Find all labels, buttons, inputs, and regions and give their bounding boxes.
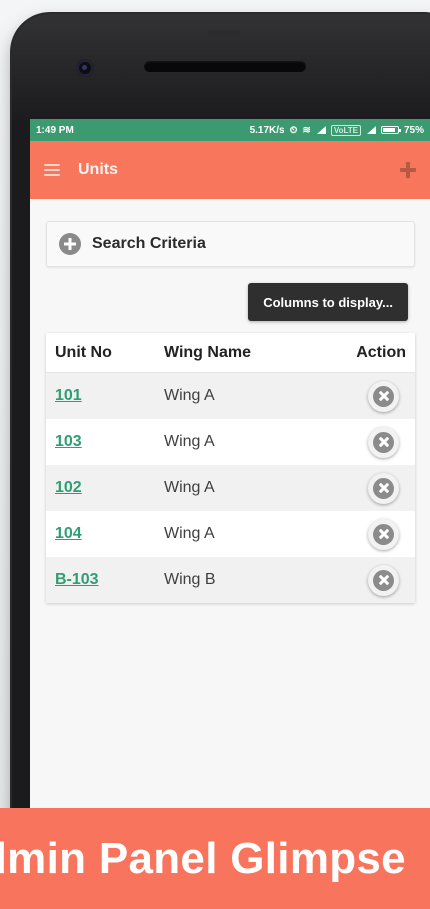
delete-button[interactable] bbox=[368, 518, 399, 550]
status-indicators: 5.17K/s ⏲ ≋ VoLTE 75% bbox=[249, 124, 424, 136]
status-time: 1:49 PM bbox=[36, 124, 74, 136]
wing-name: Wing A bbox=[164, 525, 215, 542]
page-title: Units bbox=[78, 161, 118, 178]
add-unit-button[interactable] bbox=[396, 158, 420, 182]
screenshot-stage: 1:49 PM 5.17K/s ⏲ ≋ VoLTE 75% Units Sear… bbox=[0, 0, 430, 909]
units-table: Unit No Wing Name Action 101 Wing A 103 … bbox=[46, 333, 415, 603]
unit-link[interactable]: 104 bbox=[55, 525, 82, 542]
volte-badge: VoLTE bbox=[330, 124, 361, 136]
wing-name: Wing A bbox=[164, 387, 215, 404]
table-body: 101 Wing A 103 Wing A 102 Wing A 104 Win… bbox=[46, 373, 415, 603]
wing-name: Wing A bbox=[164, 479, 215, 496]
close-icon bbox=[373, 523, 394, 545]
header-unit-no: Unit No bbox=[55, 343, 112, 361]
network-speed: 5.17K/s bbox=[249, 124, 285, 136]
columns-to-display-button[interactable]: Columns to display... bbox=[248, 283, 408, 321]
plus-circle-icon bbox=[59, 233, 81, 255]
delete-button[interactable] bbox=[368, 472, 399, 504]
header-action: Action bbox=[356, 343, 406, 361]
wifi-icon: ≋ bbox=[302, 124, 311, 136]
unit-link[interactable]: 102 bbox=[55, 479, 82, 496]
table-row: B-103 Wing B bbox=[46, 557, 415, 603]
front-camera bbox=[76, 59, 94, 77]
signal-icon-2 bbox=[366, 126, 376, 134]
alarm-icon: ⏲ bbox=[289, 124, 298, 136]
search-criteria-label: Search Criteria bbox=[92, 235, 206, 252]
close-icon bbox=[373, 477, 394, 499]
delete-button[interactable] bbox=[368, 380, 399, 412]
battery-icon bbox=[380, 126, 401, 134]
table-row: 104 Wing A bbox=[46, 511, 415, 557]
delete-button[interactable] bbox=[368, 564, 399, 596]
table-row: 103 Wing A bbox=[46, 419, 415, 465]
unit-link[interactable]: 101 bbox=[55, 387, 82, 404]
wing-name: Wing A bbox=[164, 433, 215, 450]
columns-row: Columns to display... bbox=[46, 283, 415, 321]
banner-caption: dmin Panel Glimpse bbox=[0, 834, 406, 883]
signal-icon bbox=[316, 126, 326, 134]
main-content: Search Criteria Columns to display... Un… bbox=[30, 199, 430, 603]
wing-name: Wing B bbox=[164, 571, 216, 588]
phone-screen: 1:49 PM 5.17K/s ⏲ ≋ VoLTE 75% Units Sear… bbox=[30, 119, 430, 809]
app-bar: Units bbox=[30, 141, 430, 199]
table-row: 102 Wing A bbox=[46, 465, 415, 511]
header-wing-name: Wing Name bbox=[164, 343, 251, 361]
close-icon bbox=[373, 385, 394, 407]
promo-banner: dmin Panel Glimpse bbox=[0, 808, 430, 909]
search-criteria-panel[interactable]: Search Criteria bbox=[46, 221, 415, 267]
earpiece-speaker bbox=[144, 61, 306, 72]
unit-link[interactable]: B-103 bbox=[55, 571, 99, 588]
phone-top-slot bbox=[208, 30, 240, 38]
close-icon bbox=[373, 569, 394, 591]
hamburger-menu-icon[interactable] bbox=[44, 164, 60, 176]
battery-level: 75% bbox=[403, 124, 424, 136]
table-row: 101 Wing A bbox=[46, 373, 415, 419]
status-bar: 1:49 PM 5.17K/s ⏲ ≋ VoLTE 75% bbox=[30, 119, 430, 141]
unit-link[interactable]: 103 bbox=[55, 433, 82, 450]
table-header: Unit No Wing Name Action bbox=[46, 333, 415, 373]
close-icon bbox=[373, 431, 394, 453]
delete-button[interactable] bbox=[368, 426, 399, 458]
